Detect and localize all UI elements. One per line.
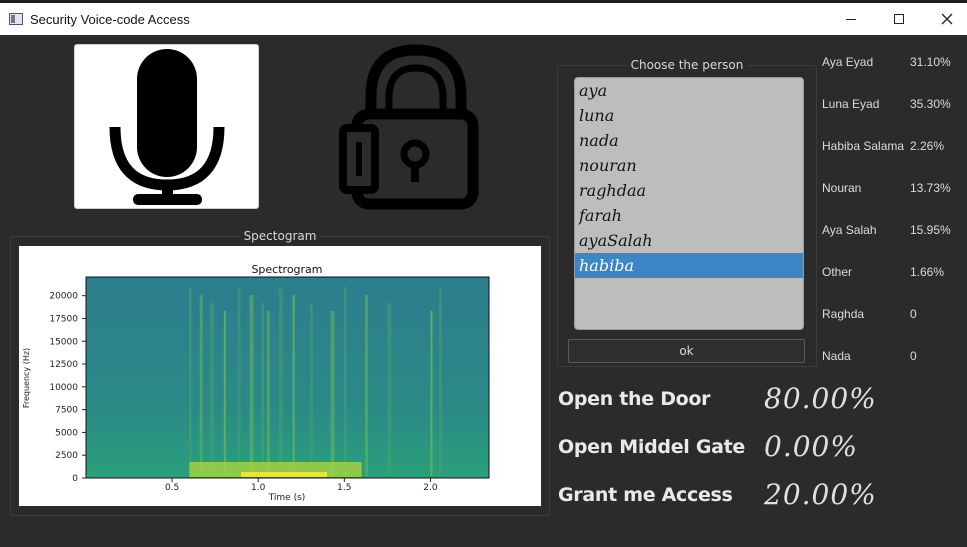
- result-value: 20.00%: [764, 478, 877, 511]
- spectral-band: [439, 287, 443, 476]
- spectral-band: [309, 303, 313, 476]
- score-name: Luna Eyad: [822, 97, 880, 111]
- y-tick-label: 7500: [55, 406, 78, 416]
- x-tick-label: 1.0: [251, 483, 266, 493]
- score-value: 31.10%: [910, 55, 951, 69]
- person-item-nada[interactable]: nada: [575, 128, 803, 153]
- score-name: Nada: [822, 349, 851, 363]
- y-tick-label: 10000: [49, 383, 78, 393]
- y-tick-label: 15000: [49, 337, 78, 347]
- score-value: 15.95%: [910, 223, 951, 237]
- score-value: 35.30%: [910, 97, 951, 111]
- person-item-habiba[interactable]: habiba: [575, 253, 803, 278]
- spectrogram-group-title: Spectogram: [239, 229, 321, 243]
- minimize-button[interactable]: [828, 3, 874, 35]
- spectral-band: [430, 311, 433, 476]
- title-bar: Security Voice-code Access: [0, 3, 967, 35]
- close-icon: [941, 13, 953, 25]
- close-button[interactable]: [924, 3, 967, 35]
- y-tick-label: 0: [72, 474, 78, 484]
- lock-icon: [339, 44, 479, 210]
- spectral-band: [278, 287, 283, 476]
- spectral-band: [365, 295, 368, 476]
- result-label: Grant me Access: [558, 484, 733, 506]
- y-tick-label: 17500: [49, 314, 78, 324]
- spectral-band: [199, 295, 203, 476]
- score-name: Nouran: [822, 181, 862, 195]
- x-axis-label: Time (s): [268, 493, 306, 503]
- spectrogram-figure: Spectrogram 0 2500 5000 7500 10000 12500 15000…: [22, 263, 490, 503]
- person-item-raghdaa[interactable]: raghdaa: [575, 178, 803, 203]
- y-tick-label: 5000: [55, 428, 78, 438]
- score-value: 2.26%: [910, 139, 945, 153]
- ok-button[interactable]: ok: [568, 339, 805, 363]
- result-value: 0.00%: [764, 430, 858, 463]
- person-item-nouran[interactable]: nouran: [575, 153, 803, 178]
- result-label: Open the Door: [558, 388, 711, 410]
- spectral-band: [223, 311, 226, 476]
- x-tick-label: 1.5: [337, 483, 351, 493]
- y-tick-label: 20000: [49, 292, 78, 302]
- spectral-band: [330, 311, 335, 476]
- spectral-band: [210, 303, 214, 476]
- record-button[interactable]: [74, 44, 259, 209]
- spectral-band: [387, 303, 392, 476]
- spectral-band: [344, 287, 347, 476]
- y-axis-ticks: 0 2500 5000 7500 10000 12500 15000 17500 20000: [49, 292, 86, 484]
- score-name: Raghda: [822, 307, 865, 321]
- score-name: Habiba Salama: [822, 139, 905, 153]
- score-value: 13.73%: [910, 181, 951, 195]
- maximize-icon: [894, 14, 904, 24]
- result-label: Open Middel Gate: [558, 436, 745, 458]
- person-item-farah[interactable]: farah: [575, 203, 803, 228]
- score-name: Other: [822, 265, 853, 279]
- x-tick-label: 2.0: [423, 483, 438, 493]
- spectral-band: [292, 295, 295, 476]
- spectrogram-area: [85, 276, 490, 479]
- x-tick-label: 0.5: [165, 483, 179, 493]
- person-item-aya[interactable]: aya: [575, 78, 803, 103]
- spectral-band: [189, 287, 192, 476]
- person-list[interactable]: aya luna nada nouran raghdaa farah ayaSalah hab…: [574, 77, 804, 330]
- minimize-icon: [846, 18, 856, 20]
- spectral-band: [261, 303, 264, 476]
- result-value: 80.00%: [764, 382, 877, 415]
- spectrogram-plot: Spectrogram 0 2500 5000 7500 10000 12500 15000…: [19, 246, 541, 506]
- score-value: 0: [910, 307, 917, 321]
- spectral-band: [266, 311, 270, 476]
- window-title: Security Voice-code Access: [30, 11, 190, 27]
- x-axis-ticks: 0.5 1.0 1.5 2.0: [165, 478, 438, 493]
- app-window-icon: [9, 13, 23, 25]
- score-name: Aya Salah: [822, 223, 877, 237]
- spectrogram-title: Spectrogram: [251, 263, 322, 276]
- spectral-band: [249, 295, 254, 476]
- y-tick-label: 12500: [49, 360, 78, 370]
- score-value: 1.66%: [910, 265, 945, 279]
- person-group-title: Choose the person: [626, 58, 748, 72]
- y-tick-label: 2500: [55, 451, 78, 461]
- y-axis-label: Frequency (Hz): [22, 348, 31, 408]
- score-name: Aya Eyad: [822, 55, 874, 69]
- person-item-luna[interactable]: luna: [575, 103, 803, 128]
- spectral-band: [237, 287, 241, 476]
- peak-energy: [241, 472, 328, 477]
- score-value: 0: [910, 349, 917, 363]
- lock-status: [337, 44, 487, 210]
- maximize-button[interactable]: [876, 3, 922, 35]
- person-item-ayaSalah[interactable]: ayaSalah: [575, 228, 803, 253]
- microphone-icon: [109, 49, 225, 205]
